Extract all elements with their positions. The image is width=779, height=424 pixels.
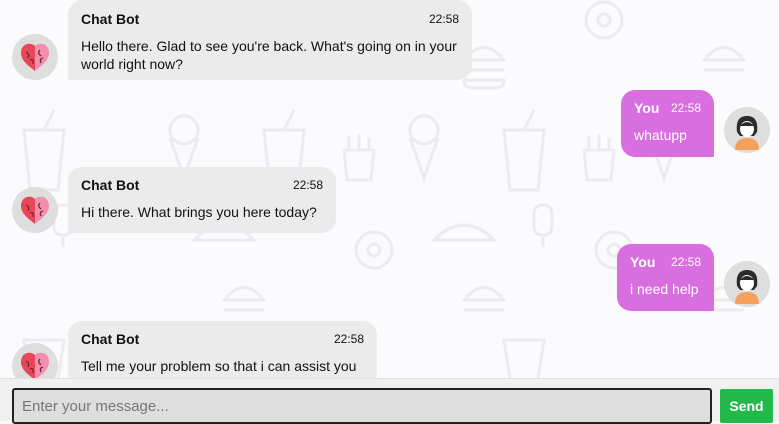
- message-text: Hi there. What brings you here today?: [81, 204, 317, 220]
- message-bubble: Chat Bot 22:58 Hi there. What brings you…: [68, 167, 336, 233]
- message-bubble: Chat Bot 22:58 Hello there. Glad to see …: [68, 0, 472, 80]
- message-text: whatupp: [634, 127, 687, 143]
- user-woman-icon: [724, 261, 770, 307]
- user-message: You 22:58 whatupp: [621, 90, 770, 157]
- chat-area[interactable]: Chat Bot 22:58 Hello there. Glad to see …: [4, 0, 779, 378]
- brain-heart-icon: [12, 343, 58, 378]
- message-text: Tell me your problem so that i can assis…: [81, 358, 357, 374]
- message-text: Hello there. Glad to see you're back. Wh…: [81, 38, 457, 72]
- sender-name: You: [634, 100, 660, 116]
- user-woman-icon: [724, 107, 770, 153]
- bot-message: Chat Bot 22:58 Tell me your problem so t…: [12, 321, 377, 378]
- message-text: i need help: [630, 281, 699, 297]
- user-message: You 22:58 i need help: [617, 244, 770, 311]
- bot-message: Chat Bot 22:58 Hello there. Glad to see …: [12, 0, 472, 80]
- message-bubble: You 22:58 i need help: [617, 244, 714, 311]
- message-composer: Send: [0, 378, 779, 424]
- sender-name: Chat Bot: [81, 177, 140, 193]
- brain-heart-icon: [12, 187, 58, 233]
- sender-name: Chat Bot: [81, 331, 140, 347]
- bot-message: Chat Bot 22:58 Hi there. What brings you…: [12, 167, 336, 233]
- message-time: 22:58: [333, 332, 364, 346]
- sender-name: You: [630, 254, 656, 270]
- message-time: 22:58: [428, 12, 459, 26]
- send-button[interactable]: Send: [720, 389, 773, 423]
- message-time: 22:58: [292, 178, 323, 192]
- message-time: 22:58: [670, 101, 701, 115]
- message-bubble: Chat Bot 22:58 Tell me your problem so t…: [68, 321, 377, 378]
- message-bubble: You 22:58 whatupp: [621, 90, 714, 157]
- brain-heart-icon: [12, 34, 58, 80]
- message-time: 22:58: [670, 255, 701, 269]
- sender-name: Chat Bot: [81, 11, 140, 27]
- message-input[interactable]: [12, 388, 712, 424]
